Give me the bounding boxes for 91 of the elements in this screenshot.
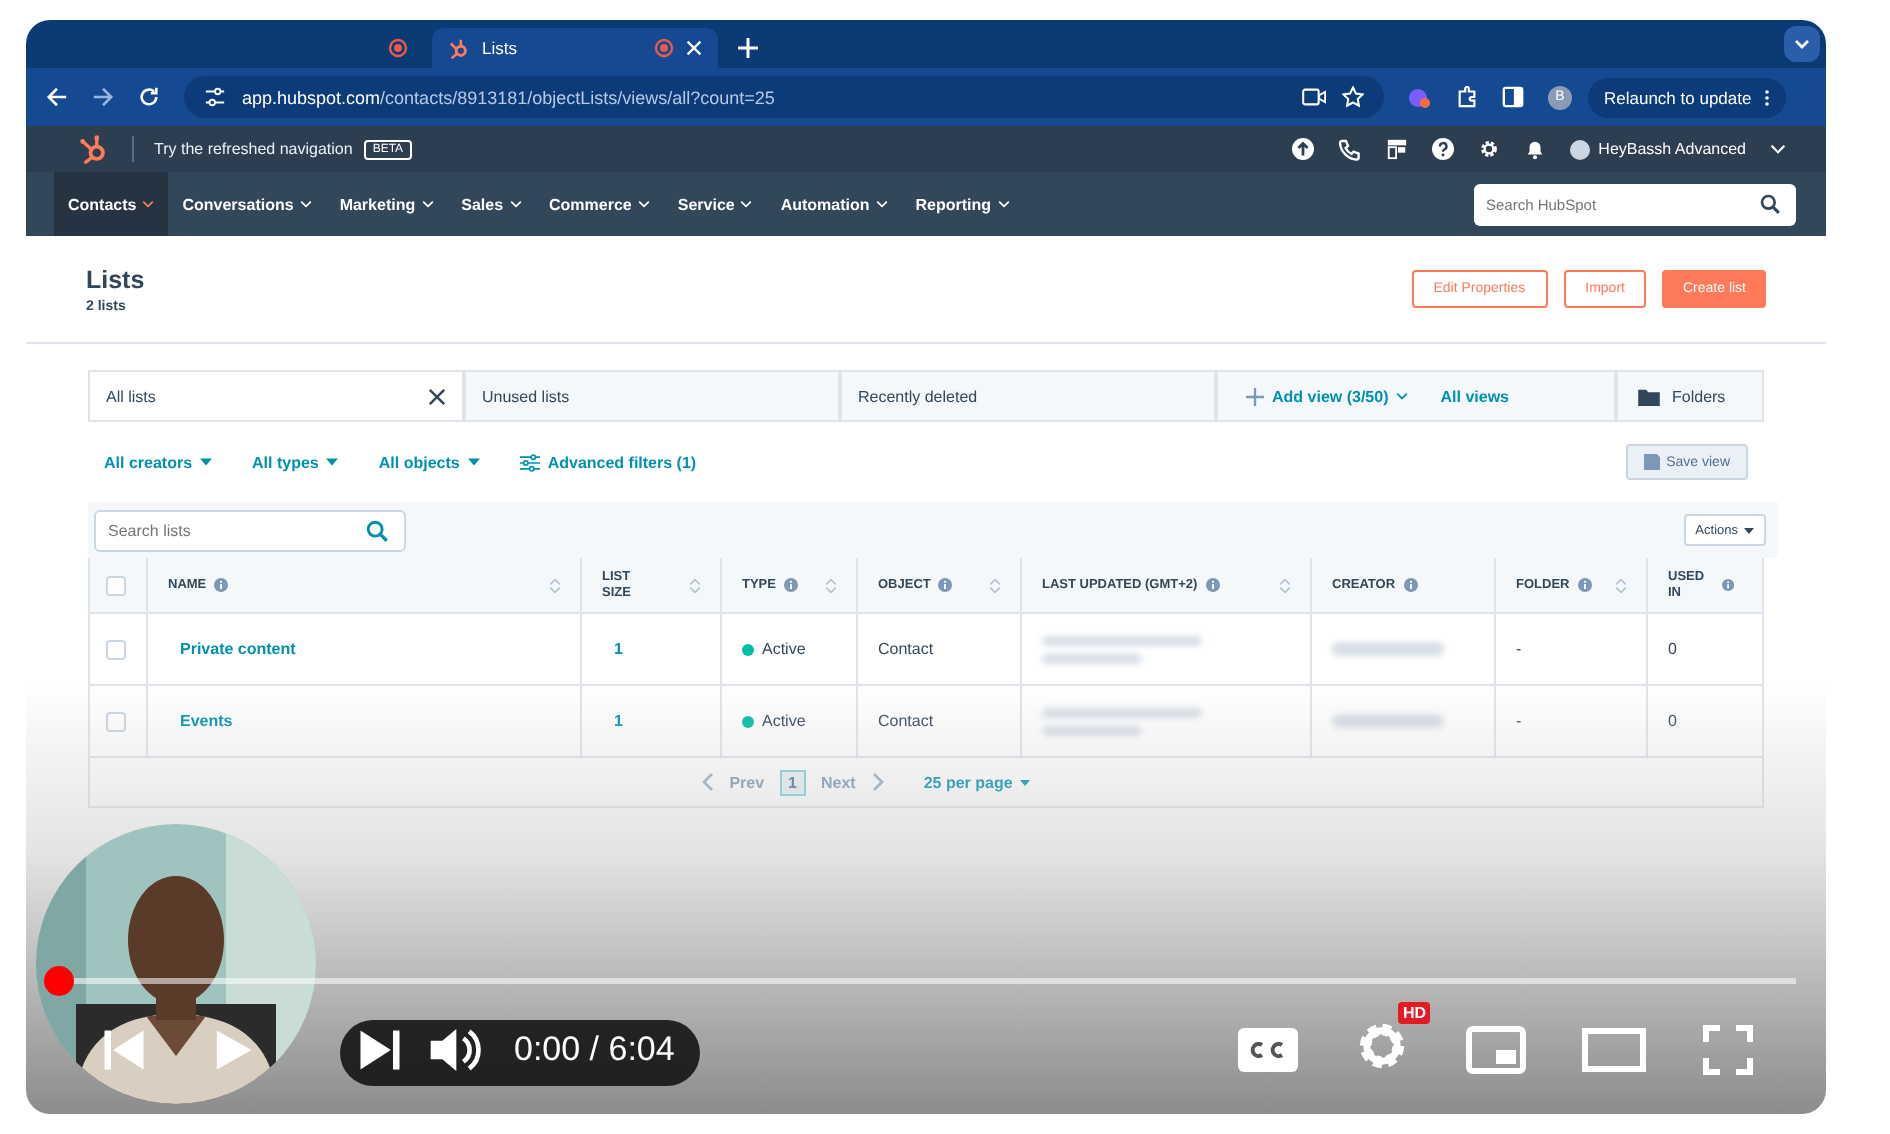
list-name-link[interactable]: Private content bbox=[168, 640, 296, 658]
back-icon[interactable] bbox=[46, 86, 68, 108]
nav-item[interactable]: Sales bbox=[447, 172, 536, 236]
row-checkbox[interactable] bbox=[106, 639, 126, 659]
more-icon bbox=[1763, 87, 1770, 107]
nav-item[interactable]: Marketing bbox=[325, 172, 448, 236]
address-bar[interactable]: app.hubspot.com/contacts/8913181/objectLists/views/all?count=25 bbox=[184, 76, 1384, 118]
chevron-down-icon bbox=[875, 200, 888, 208]
table-cell: 0 bbox=[1668, 640, 1677, 658]
time-display: 0:00 / 6:04 bbox=[514, 1030, 675, 1070]
search-lists-field[interactable]: Search lists bbox=[94, 509, 406, 551]
theater-mode-icon[interactable] bbox=[1582, 1028, 1646, 1072]
settings-icon[interactable] bbox=[1478, 138, 1501, 160]
page-title: Lists bbox=[86, 265, 145, 293]
caret-icon bbox=[1396, 392, 1409, 400]
row-checkbox[interactable] bbox=[106, 711, 126, 731]
sprocket-logo-icon[interactable] bbox=[78, 134, 108, 164]
caret-icon bbox=[200, 458, 213, 466]
promo-text: Try the refreshed navigation bbox=[154, 140, 353, 158]
caret-icon bbox=[326, 458, 339, 466]
filter-dropdown[interactable]: All creators bbox=[104, 453, 213, 471]
select-all-checkbox[interactable] bbox=[106, 575, 126, 595]
record-icon bbox=[654, 38, 674, 58]
table-cell: 0 bbox=[1668, 712, 1677, 730]
bell-icon[interactable] bbox=[1524, 138, 1547, 160]
captions-icon[interactable] bbox=[1238, 1028, 1298, 1072]
hd-badge: HD bbox=[1398, 1001, 1430, 1023]
chevron-down-icon bbox=[142, 200, 155, 208]
browser-tab[interactable]: Lists bbox=[432, 28, 718, 68]
table-cell: Active bbox=[762, 640, 806, 658]
view-tab[interactable]: All lists bbox=[88, 370, 464, 420]
filter-dropdown[interactable]: All types bbox=[252, 453, 339, 471]
nav-item[interactable]: Automation bbox=[766, 172, 902, 236]
table-cell: Contact bbox=[878, 640, 934, 658]
chevron-down-icon bbox=[509, 200, 522, 208]
table-cell: - bbox=[1516, 640, 1522, 658]
account-menu[interactable]: HeyBassh Advanced bbox=[1570, 139, 1746, 159]
extension-icon[interactable] bbox=[1408, 85, 1432, 109]
table-cell[interactable]: 1 bbox=[602, 640, 623, 658]
table-cell: - bbox=[1516, 712, 1522, 730]
nav-item[interactable]: Reporting bbox=[901, 172, 1024, 236]
help-icon[interactable] bbox=[1432, 138, 1455, 160]
new-tab-icon[interactable] bbox=[738, 38, 758, 58]
folders-button[interactable]: Folders bbox=[1616, 370, 1764, 420]
record-icon bbox=[388, 38, 408, 58]
side-panel-icon[interactable] bbox=[1502, 86, 1524, 108]
tab-search-icon[interactable] bbox=[1784, 26, 1820, 62]
status-dot bbox=[742, 643, 754, 655]
filter-dropdown[interactable]: All objects bbox=[378, 453, 480, 471]
view-tab[interactable]: Recently deleted bbox=[840, 370, 1216, 420]
sprocket-icon bbox=[448, 37, 470, 59]
close-icon[interactable] bbox=[428, 387, 446, 405]
reload-icon[interactable] bbox=[138, 86, 160, 108]
nav-item[interactable]: Conversations bbox=[168, 172, 326, 236]
table-cell: Active bbox=[762, 712, 806, 730]
caret-icon bbox=[1020, 779, 1031, 785]
phone-icon[interactable] bbox=[1338, 137, 1363, 161]
folder-icon bbox=[1638, 387, 1660, 405]
advanced-filters-button[interactable]: Advanced filters (1) bbox=[519, 453, 697, 471]
plus-icon bbox=[1246, 387, 1264, 405]
chevron-down-icon bbox=[740, 200, 753, 208]
marketplace-icon[interactable] bbox=[1386, 138, 1409, 160]
url-text: app.hubspot.com/contacts/8913181/objectLists/views/all?count=25 bbox=[242, 87, 775, 107]
blurred-text bbox=[1042, 725, 1142, 735]
chevron-down-icon bbox=[299, 200, 312, 208]
chevron-down-icon bbox=[637, 200, 650, 208]
caret-icon bbox=[1744, 527, 1754, 533]
save-icon bbox=[1644, 454, 1661, 470]
fullscreen-icon[interactable] bbox=[1702, 1024, 1754, 1076]
relaunch-button[interactable]: Relaunch to update bbox=[1588, 77, 1786, 117]
nav-item[interactable]: Commerce bbox=[535, 172, 664, 236]
blurred-text bbox=[1332, 642, 1444, 656]
camera-icon[interactable] bbox=[1302, 88, 1326, 106]
upgrade-icon[interactable] bbox=[1292, 138, 1315, 160]
blurred-text bbox=[1042, 653, 1142, 663]
star-icon[interactable] bbox=[1342, 86, 1364, 108]
chevron-down-icon bbox=[997, 200, 1010, 208]
forward-icon[interactable] bbox=[92, 86, 114, 108]
view-tab[interactable]: Unused lists bbox=[464, 370, 840, 420]
puzzle-icon[interactable] bbox=[1456, 86, 1478, 108]
caret-icon bbox=[467, 458, 480, 466]
site-settings-icon[interactable] bbox=[204, 86, 226, 108]
status-dot bbox=[742, 715, 754, 727]
chevron-down-icon bbox=[421, 200, 434, 208]
nav-item[interactable]: Contacts bbox=[54, 172, 169, 236]
nav-item[interactable]: Service bbox=[663, 172, 767, 236]
miniplayer-icon[interactable] bbox=[1466, 1026, 1526, 1074]
table-cell: Contact bbox=[878, 712, 934, 730]
chevron-down-icon[interactable] bbox=[1770, 144, 1786, 154]
sliders-icon bbox=[519, 453, 540, 471]
blurred-text bbox=[1332, 714, 1444, 728]
